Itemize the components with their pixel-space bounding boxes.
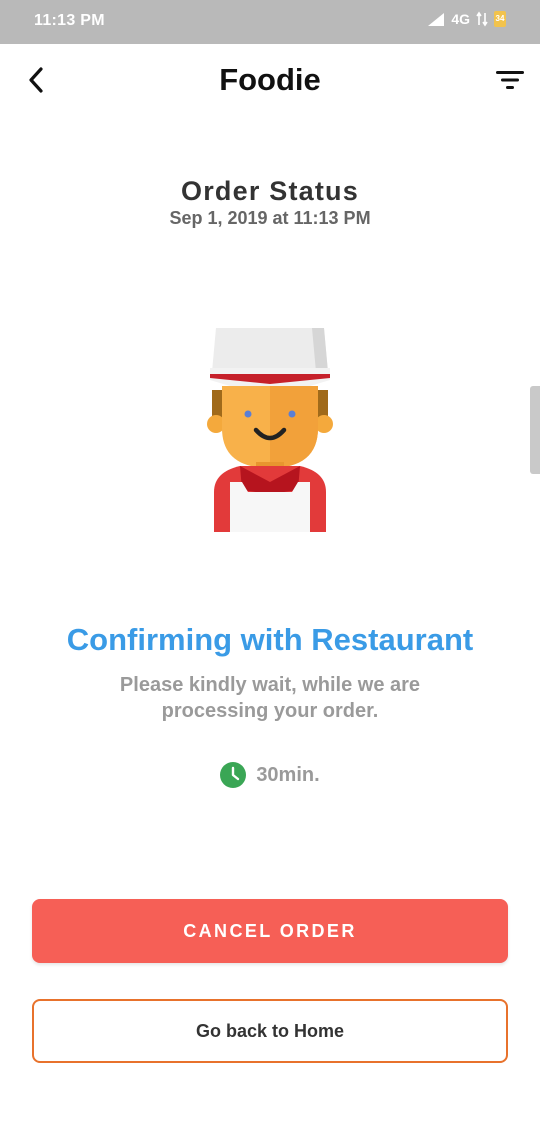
- filter-icon: [496, 71, 524, 89]
- status-time: 11:13 PM: [34, 12, 105, 29]
- battery-icon: 34: [494, 11, 506, 27]
- signal-icon: [428, 13, 445, 26]
- scroll-indicator[interactable]: [530, 386, 540, 474]
- cancel-order-button[interactable]: CANCEL ORDER: [32, 899, 508, 963]
- data-transfer-icon: [476, 11, 488, 27]
- status-heading: Confirming with Restaurant: [66, 622, 474, 657]
- chef-icon: [207, 328, 333, 532]
- go-home-button[interactable]: Go back to Home: [32, 999, 508, 1063]
- network-type: 4G: [451, 11, 470, 27]
- clock-icon: [220, 762, 247, 788]
- eta-text: 30min.: [256, 763, 320, 786]
- order-datetime: Sep 1, 2019 at 11:13 PM: [169, 208, 371, 228]
- status-indicators: 4G 34: [427, 11, 506, 27]
- filter-button[interactable]: [492, 62, 528, 98]
- order-status-screen: 11:13 PM 4G 34 Foodie Order Status Sep 1…: [0, 0, 540, 1123]
- app-bar: Foodie: [0, 44, 540, 116]
- app-title: Foodie: [219, 62, 321, 97]
- eta-row: 30min.: [0, 762, 540, 788]
- status-message: Please kindly wait, while we are process…: [119, 674, 421, 722]
- status-bar: 11:13 PM 4G 34: [0, 0, 540, 44]
- order-status-title: Order Status: [181, 176, 359, 206]
